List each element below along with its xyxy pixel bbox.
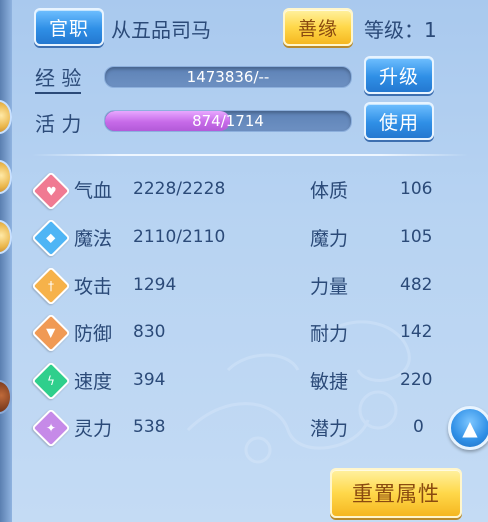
stat-value-agility: 220	[400, 370, 433, 390]
stat-label-mp: 魔法	[74, 228, 113, 250]
section-divider	[32, 154, 468, 156]
stat-value-speed: 394	[133, 370, 166, 390]
experience-label-text: 经 验	[35, 66, 82, 94]
left-panel-edge	[0, 0, 12, 522]
stat-value-endurance: 142	[400, 322, 433, 342]
arrow-up-icon[interactable]: ▲	[448, 406, 488, 450]
spirit-flower-icon: ✦	[31, 408, 71, 448]
shield-icon: ▼	[31, 313, 71, 353]
stat-label-constitution: 体质	[310, 180, 349, 202]
vitality-label: 活 力	[35, 112, 82, 136]
stat-label-endurance: 耐力	[310, 323, 349, 345]
reset-attributes-button[interactable]: 重置属性	[330, 468, 462, 518]
level-label: 等级：1	[364, 14, 437, 43]
stat-label-magic-power: 魔力	[310, 228, 349, 250]
vitality-bar: 874/1714	[104, 110, 352, 132]
use-item-button[interactable]: 使用	[364, 102, 434, 140]
stat-value-spirit: 538	[133, 417, 166, 437]
experience-label: 经 验	[35, 62, 82, 94]
upgrade-button[interactable]: 升级	[364, 56, 434, 94]
stat-label-potential: 潜力	[310, 418, 349, 440]
stat-label-speed: 速度	[74, 371, 113, 393]
experience-bar: 1473836/--	[104, 66, 352, 88]
level-label-text: 等级：	[364, 18, 424, 42]
stat-label-hp: 气血	[74, 180, 113, 202]
stat-label-spirit: 灵力	[74, 418, 113, 440]
official-rank-button[interactable]: 官职	[34, 8, 104, 46]
level-value: 1	[424, 18, 437, 42]
experience-bar-text: 1473836/--	[186, 68, 270, 86]
stat-label-attack: 攻击	[74, 276, 113, 298]
vitality-bar-text: 874/1714	[192, 112, 264, 130]
stat-value-hp: 2228/2228	[133, 179, 226, 199]
sword-icon: †	[31, 266, 71, 306]
stat-value-strength: 482	[400, 275, 433, 295]
stat-label-strength: 力量	[310, 276, 349, 298]
heart-icon: ♥	[31, 171, 71, 211]
mana-diamond-icon: ◆	[31, 218, 71, 258]
karma-button[interactable]: 善缘	[283, 8, 353, 46]
stat-value-defense: 830	[133, 322, 166, 342]
lightning-icon: ϟ	[31, 361, 71, 401]
stat-value-magic-power: 105	[400, 227, 433, 247]
stat-value-potential: 0	[413, 417, 424, 437]
stat-value-constitution: 106	[400, 179, 433, 199]
stat-label-defense: 防御	[74, 323, 113, 345]
stat-label-agility: 敏捷	[310, 371, 349, 393]
stat-value-mp: 2110/2110	[133, 227, 226, 247]
stat-value-attack: 1294	[133, 275, 177, 295]
rank-title: 从五品司马	[111, 18, 211, 42]
